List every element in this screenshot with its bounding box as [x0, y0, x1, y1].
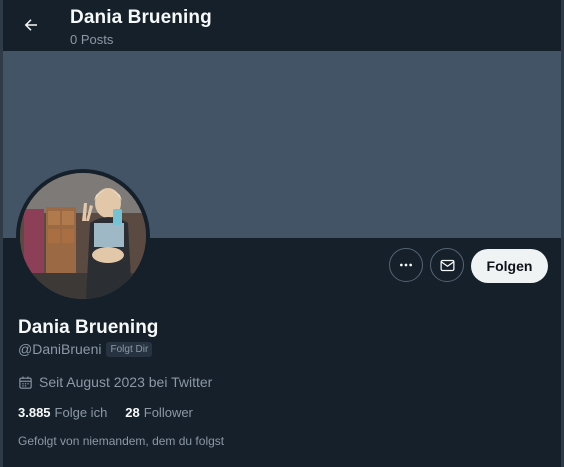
calendar-icon — [19, 376, 32, 389]
more-horizontal-icon — [400, 263, 412, 267]
followed-by-text: Gefolgt von niemandem, dem du folgst — [18, 434, 225, 448]
post-count: 0 Posts — [70, 32, 114, 47]
followers-label: Follower — [143, 405, 193, 420]
message-button[interactable] — [430, 248, 464, 282]
handle-row: @DaniBrueni Folgt Dir — [18, 341, 153, 357]
envelope-icon — [439, 259, 455, 271]
joined-text: Seit August 2023 bei Twitter — [39, 374, 213, 390]
header-name: Dania Bruening — [70, 7, 212, 28]
user-handle: @DaniBrueni — [18, 341, 102, 357]
follow-button[interactable]: Folgen — [471, 249, 548, 283]
back-button[interactable] — [13, 7, 49, 43]
following-count: 3.885 — [18, 405, 51, 420]
joined-date: Seit August 2023 bei Twitter — [18, 374, 212, 390]
more-button[interactable] — [389, 248, 423, 282]
following-link[interactable]: 3.885 Folge ich — [18, 405, 107, 420]
following-label: Folge ich — [54, 405, 108, 420]
followers-count: 28 — [125, 405, 140, 420]
followers-link[interactable]: 28 Follower — [125, 405, 193, 420]
profile-header: Dania Bruening 0 Posts — [3, 0, 561, 51]
arrow-left-icon — [24, 19, 37, 31]
follow-stats: 3.885 Folge ich 28 Follower — [18, 405, 193, 420]
avatar-photo — [20, 173, 146, 299]
display-name: Dania Bruening — [18, 317, 159, 338]
follows-you-badge: Folgt Dir — [106, 341, 153, 357]
avatar[interactable] — [16, 169, 150, 303]
